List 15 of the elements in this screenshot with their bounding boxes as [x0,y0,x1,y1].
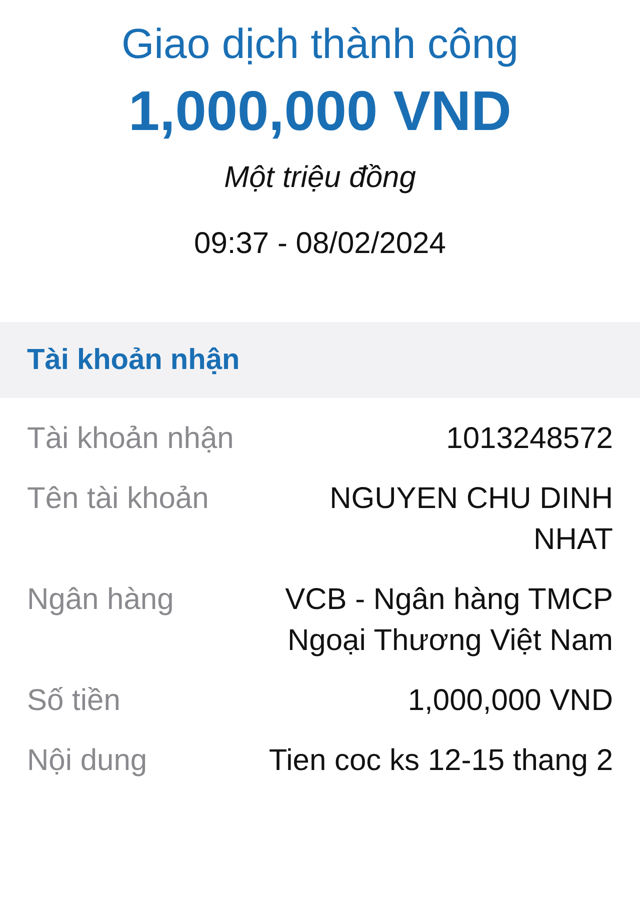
field-value: VCB - Ngân hàng TMCP Ngoại Thương Việt Nam [284,582,613,659]
amount: 1,000,000 VND [128,78,512,144]
field-label: Nội dung [27,743,148,779]
field-value: NGUYEN CHU DINH NHAT [328,481,613,558]
field-label: Số tiền [27,683,120,719]
field-label: Ngân hàng [27,582,174,618]
field-label: Tài khoản nhận [27,421,234,457]
transaction-datetime: 09:37 - 08/02/2024 [194,226,446,262]
field-value: Tien coc ks 12-15 thang 2 [268,743,613,779]
transaction-status: Giao dịch thành công [122,19,518,69]
field-value: 1013248572 [446,421,613,457]
field-value: 1,000,000 VND [408,683,613,719]
amount-in-words: Một triệu đồng [224,160,416,196]
section-header: Tài khoản nhận [0,322,640,398]
field-label: Tên tài khoản [27,481,209,517]
